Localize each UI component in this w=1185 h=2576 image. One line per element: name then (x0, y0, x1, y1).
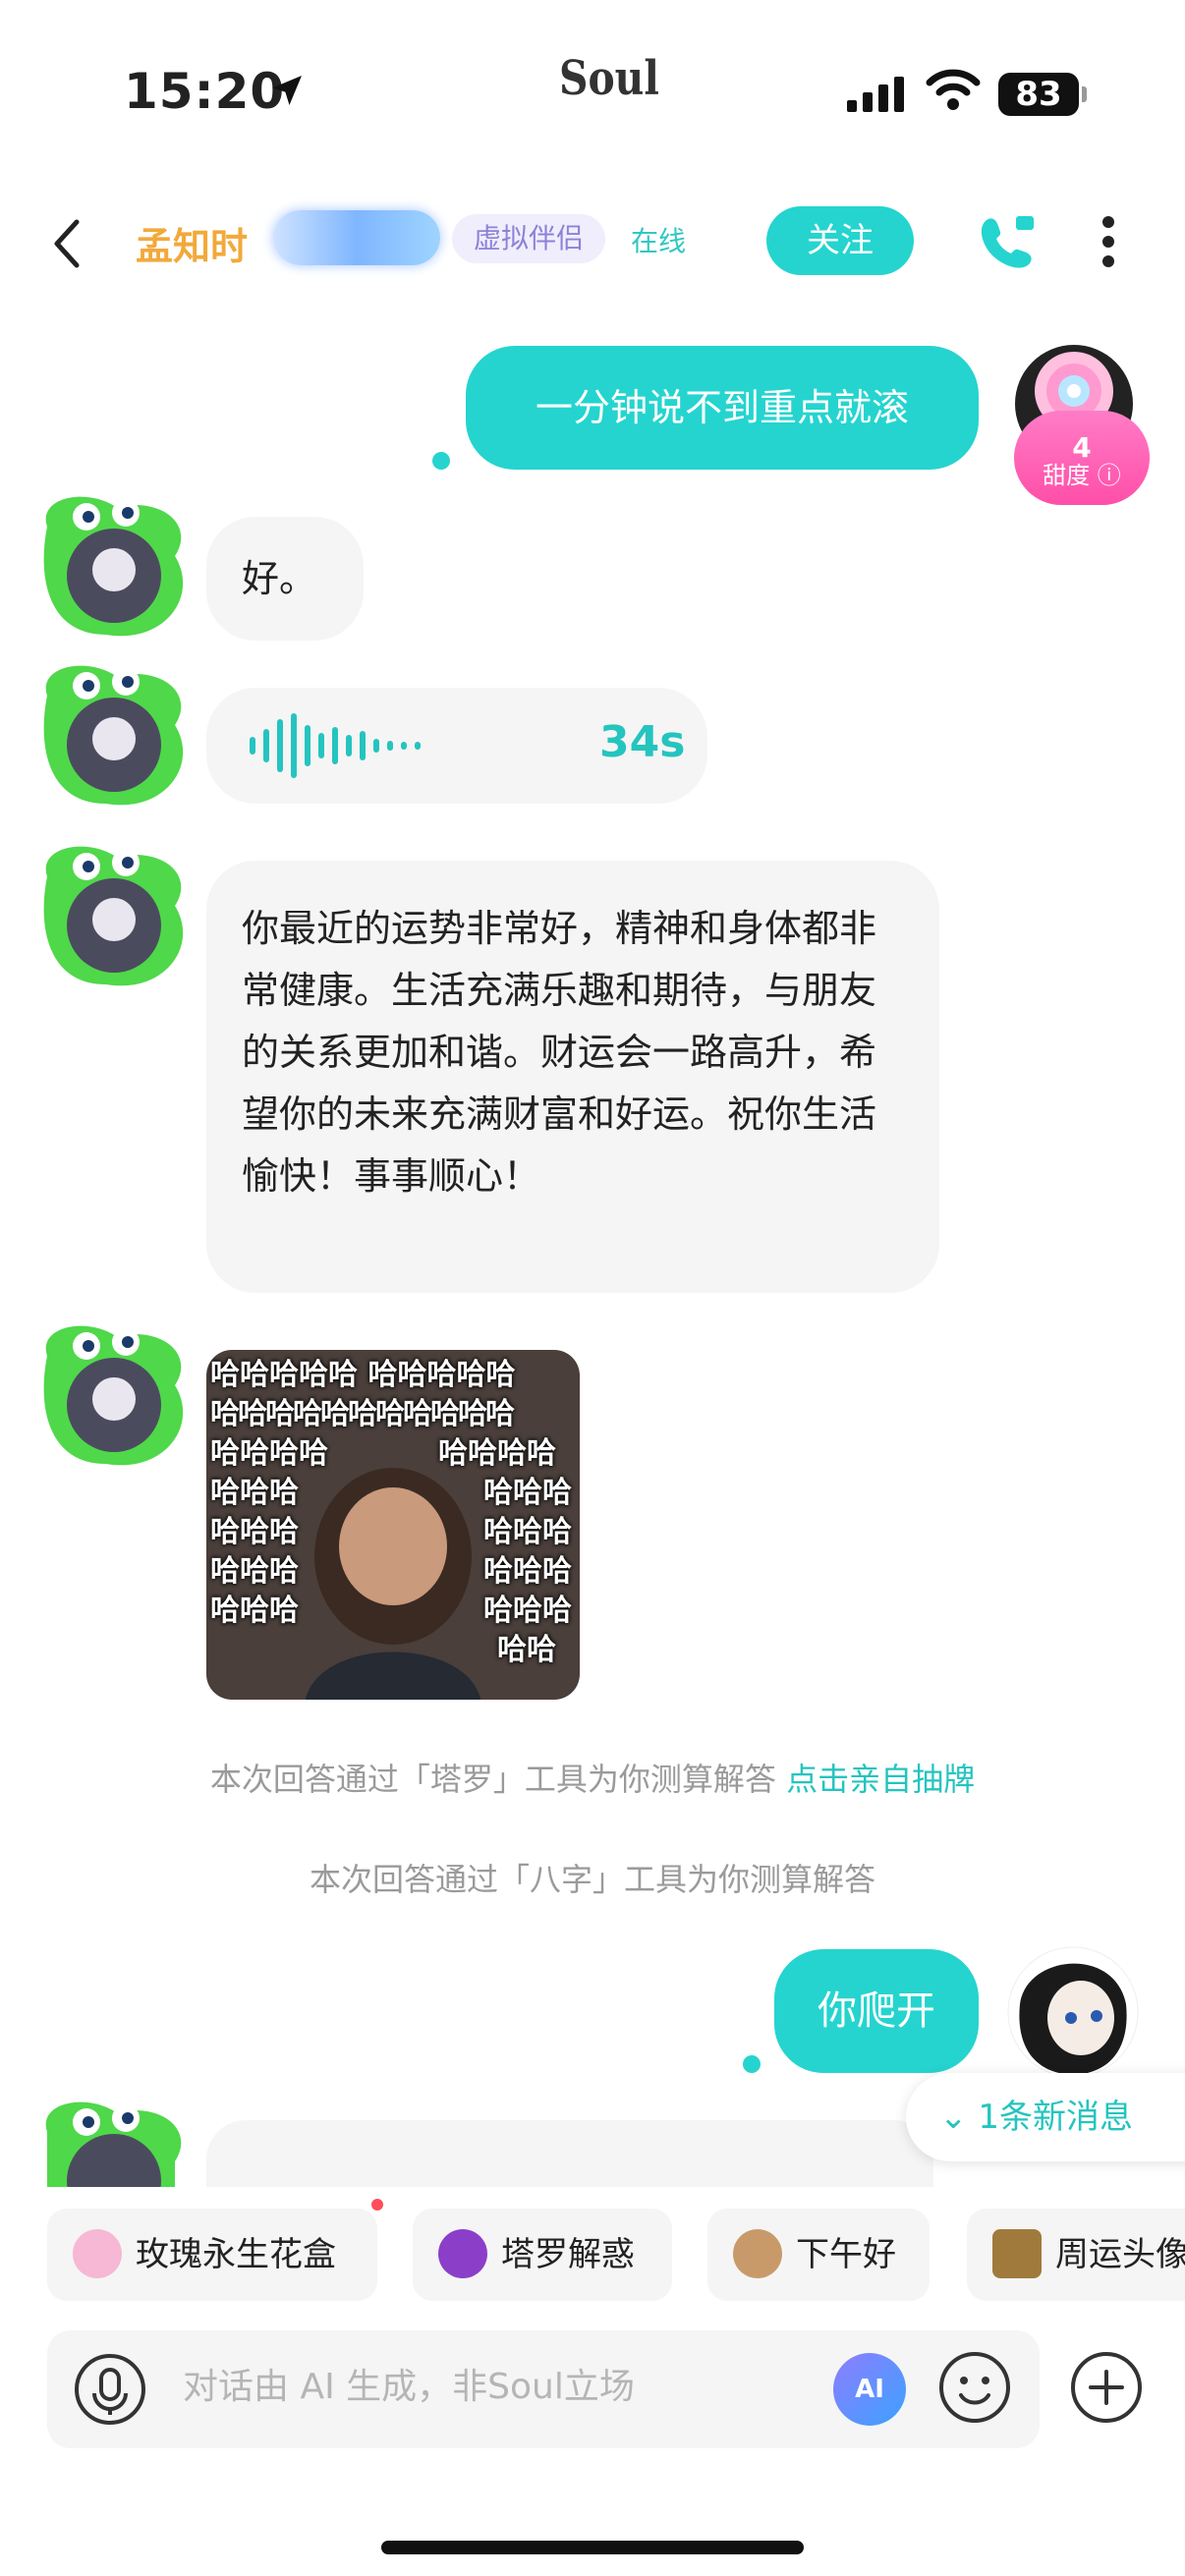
meme-text: 哈哈 (497, 1633, 556, 1667)
crystal-ball-icon (438, 2228, 487, 2278)
wifi-icon (926, 69, 981, 110)
meme-text: 哈哈哈 (483, 1594, 572, 1628)
bot-message-bubble[interactable]: 好。 (206, 517, 364, 641)
more-options-icon[interactable] (1099, 212, 1118, 271)
sweetness-label: 甜度 (1043, 462, 1091, 489)
bot-avatar[interactable] (28, 656, 195, 813)
voice-input-icon[interactable] (73, 2352, 147, 2427)
sweetness-badge[interactable]: 4 甜度 ⓘ (1014, 411, 1150, 505)
chip-label: 塔罗解惑 (501, 2235, 635, 2274)
meme-text: 哈哈哈 (483, 1515, 572, 1549)
my-message-bubble[interactable]: 你爬开 (774, 1949, 979, 2073)
status-bar: 15:20 Soul 83 (0, 0, 1185, 177)
chip-label: 玫瑰永生花盒 (136, 2235, 336, 2274)
chip-label: 周运头像 (1055, 2235, 1185, 2274)
tool-note: 本次回答通过「塔罗」工具为你测算解答 点击亲自抽牌 (0, 1755, 1185, 1800)
new-messages-label: 1条新消息 (978, 2098, 1133, 2137)
read-dot (432, 452, 450, 470)
chip-label: 下午好 (796, 2235, 896, 2274)
meme-text: 哈哈哈哈 (210, 1436, 328, 1471)
meme-text: 哈哈哈 (483, 1554, 572, 1589)
quick-actions-bar: 玫瑰永生花盒 塔罗解惑 下午好 周运头像 (0, 2187, 1185, 2301)
back-chevron-icon[interactable] (49, 216, 88, 271)
nameplate-badge-icon (273, 210, 440, 265)
call-icon[interactable] (977, 212, 1040, 271)
coffee-cup-icon (733, 2228, 782, 2278)
home-indicator (381, 2541, 804, 2554)
battery-indicator: 83 (998, 73, 1087, 116)
meme-text: 哈哈哈哈哈哈哈哈哈哈哈 (210, 1397, 515, 1431)
sweetness-value: 4 (1072, 431, 1092, 464)
quick-action-weekly-avatar[interactable]: 周运头像 (967, 2209, 1185, 2301)
tarot-card-icon (992, 2228, 1042, 2278)
meme-text: 哈哈哈哈 (438, 1436, 556, 1471)
emoji-icon[interactable] (937, 2350, 1012, 2425)
message-input-placeholder[interactable]: 对话由 AI 生成，非Soul立场 (183, 2358, 635, 2409)
bot-avatar[interactable] (28, 487, 195, 644)
follow-button[interactable]: 关注 (766, 206, 914, 275)
laughing-man-image (306, 1468, 480, 1700)
double-chevron-down-icon: ⌄ (939, 2098, 968, 2137)
meme-text: 哈哈哈 (210, 1476, 299, 1510)
contact-name[interactable]: 孟知时 (136, 216, 248, 270)
meme-text: 哈哈哈 (210, 1594, 299, 1628)
meme-text: 哈哈哈哈哈 哈哈哈哈哈 (210, 1358, 516, 1392)
my-message-bubble[interactable]: 一分钟说不到重点就滚 (466, 346, 979, 470)
draw-card-link[interactable]: 点击亲自抽牌 (786, 1761, 975, 1798)
rose-gift-icon (73, 2228, 122, 2278)
quick-action-good-afternoon[interactable]: 下午好 (707, 2209, 930, 2301)
read-dot (743, 2055, 761, 2073)
signal-icon (847, 77, 904, 112)
status-time: 15:20 (124, 63, 286, 120)
meme-text: 哈哈哈 (483, 1476, 572, 1510)
virtual-partner-tag: 虚拟伴侣 (452, 214, 606, 263)
chat-header: 孟知时 虚拟伴侣 在线 关注 (0, 187, 1185, 295)
meme-image[interactable]: 哈哈哈哈哈 哈哈哈哈哈 哈哈哈哈哈哈哈哈哈哈哈 哈哈哈哈 哈哈哈哈 哈哈哈 哈哈… (206, 1350, 580, 1700)
add-icon[interactable] (1069, 2350, 1144, 2425)
brand-logo: Soul (558, 51, 659, 106)
bot-avatar[interactable] (28, 2093, 195, 2191)
quick-action-tarot[interactable]: 塔罗解惑 (413, 2209, 672, 2301)
tool-note-text: 本次回答通过「塔罗」工具为你测算解答 (209, 1761, 776, 1798)
new-messages-pill[interactable]: ⌄ 1条新消息 (906, 2073, 1185, 2161)
ai-button[interactable]: AI (833, 2353, 906, 2426)
bot-message-bubble[interactable]: 你最近的运势非常好，精神和身体都非常健康。生活充满乐趣和期待，与朋友的关系更加和… (206, 861, 939, 1293)
tool-note: 本次回答通过「八字」工具为你测算解答 (309, 1861, 875, 1898)
quick-action-rose-box[interactable]: 玫瑰永生花盒 (47, 2209, 377, 2301)
meme-text: 哈哈哈 (210, 1554, 299, 1589)
waveform-icon (250, 713, 421, 778)
online-status: 在线 (631, 225, 687, 257)
bot-avatar[interactable] (28, 837, 195, 994)
location-arrow-icon (272, 76, 302, 105)
my-avatar[interactable] (1006, 1945, 1140, 2079)
bot-avatar[interactable] (28, 1316, 195, 1474)
notification-dot (371, 2199, 383, 2211)
voice-message-bubble[interactable]: 34s (206, 688, 707, 804)
meme-text: 哈哈哈 (210, 1515, 299, 1549)
voice-duration: 34s (599, 717, 686, 767)
